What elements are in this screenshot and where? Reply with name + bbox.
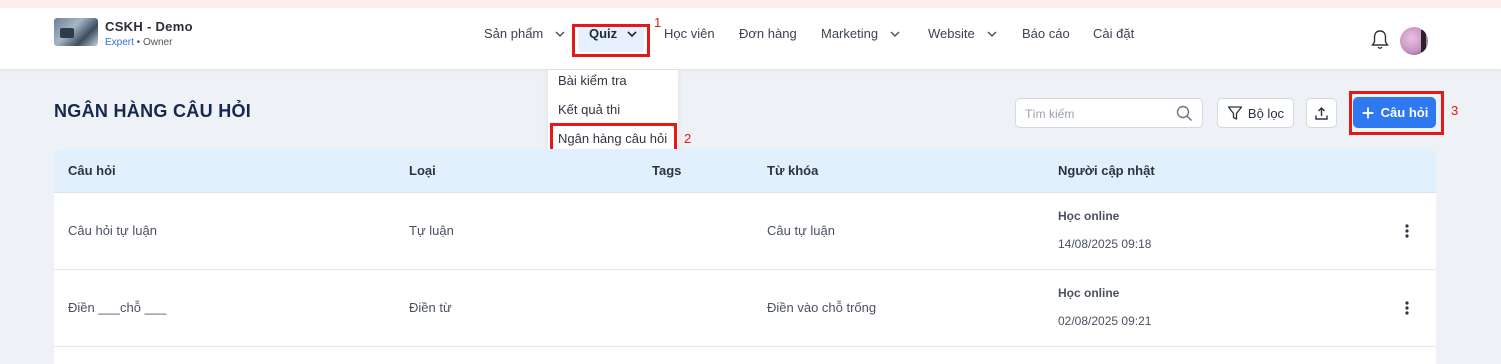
plan-tier: Expert [105,37,134,48]
cell-updated-at: 14/08/2025 09:18 [1058,237,1152,251]
nav-item-label: Website [928,26,975,41]
dropdown-item-bai-kiem-tra[interactable]: Bài kiểm tra [558,73,627,88]
annotation-number-1: 1 [654,15,662,30]
column-header-updated-by[interactable]: Người cập nhật [1058,163,1155,178]
search-icon [1176,105,1192,121]
filter-button-label: Bộ lọc [1247,105,1285,121]
brand-subtitle: Expert • Owner [105,37,172,48]
column-header-keyword[interactable]: Từ khóa [767,163,818,178]
annotation-number-2: 2 [684,131,692,146]
brand-title: CSKH - Demo [105,19,193,34]
nav-item-website[interactable]: Website [928,26,999,41]
upload-icon [1315,106,1328,120]
top-strip [0,0,1501,8]
table-header: Câu hỏi Loại Tags Từ khóa Người cập nhật [54,149,1436,193]
column-header-tags[interactable]: Tags [652,163,681,178]
nav-item-san-pham[interactable]: Sản phẩm [484,26,567,41]
table-row[interactable]: Điền ___chỗ ___ Điền từ Điền vào chỗ trố… [54,270,1436,347]
cell-keyword: Câu tự luận [767,223,835,238]
kebab-icon[interactable] [1403,300,1411,316]
dropdown-item-ket-qua-thi[interactable]: Kết quả thi [558,102,620,117]
user-role: Owner [142,37,173,48]
chevron-down-icon [987,30,997,37]
nav-item-label: Đơn hàng [739,26,797,41]
cell-updated-by: Học online [1058,209,1120,223]
cell-keyword: Điền vào chỗ trống [767,300,877,315]
page-title: NGÂN HÀNG CÂU HỎI [54,101,252,121]
cell-question: Câu hỏi tự luận [68,223,157,238]
questions-table: Câu hỏi Loại Tags Từ khóa Người cập nhật… [54,149,1436,364]
avatar[interactable] [1400,27,1428,55]
cell-type: Tự luận [409,223,454,238]
nav-item-label: Báo cáo [1022,26,1070,41]
chevron-down-icon [555,30,565,37]
table-row[interactable] [54,347,1436,364]
nav-item-don-hang[interactable]: Đơn hàng [739,26,797,41]
column-header-type[interactable]: Loại [409,163,436,178]
cell-type: Điền từ [409,300,452,315]
cell-updated-by: Học online [1058,286,1120,300]
chevron-down-icon [890,30,900,37]
annotation-box-1 [572,24,650,57]
nav-item-label: Cài đặt [1093,26,1135,41]
nav-item-label: Học viên [664,26,715,41]
cell-question: Điền ___chỗ ___ [68,300,167,315]
filter-button[interactable]: Bộ lọc [1217,98,1294,128]
brand-separator: • [133,37,143,48]
nav-item-cai-dat[interactable]: Cài đặt [1093,26,1134,41]
column-header-question[interactable]: Câu hỏi [68,163,116,178]
nav-item-label: Marketing [821,26,879,41]
search-placeholder: Tìm kiếm [1025,107,1075,121]
annotation-box-3 [1349,91,1444,135]
filter-icon [1227,106,1243,120]
bell-icon[interactable] [1370,29,1390,51]
nav-item-hoc-vien[interactable]: Học viên [664,26,715,41]
nav-item-bao-cao[interactable]: Báo cáo [1022,26,1070,41]
kebab-icon[interactable] [1403,223,1411,239]
upload-button[interactable] [1306,98,1337,128]
table-row[interactable]: Câu hỏi tự luận Tự luận Câu tự luận Học … [54,193,1436,270]
nav-item-marketing[interactable]: Marketing [821,26,902,41]
brand-logo[interactable] [54,18,98,46]
search-input[interactable]: Tìm kiếm [1015,98,1203,128]
annotation-number-3: 3 [1451,103,1459,118]
cell-updated-at: 02/08/2025 09:21 [1058,314,1152,328]
nav-item-label: Sản phẩm [484,26,544,41]
